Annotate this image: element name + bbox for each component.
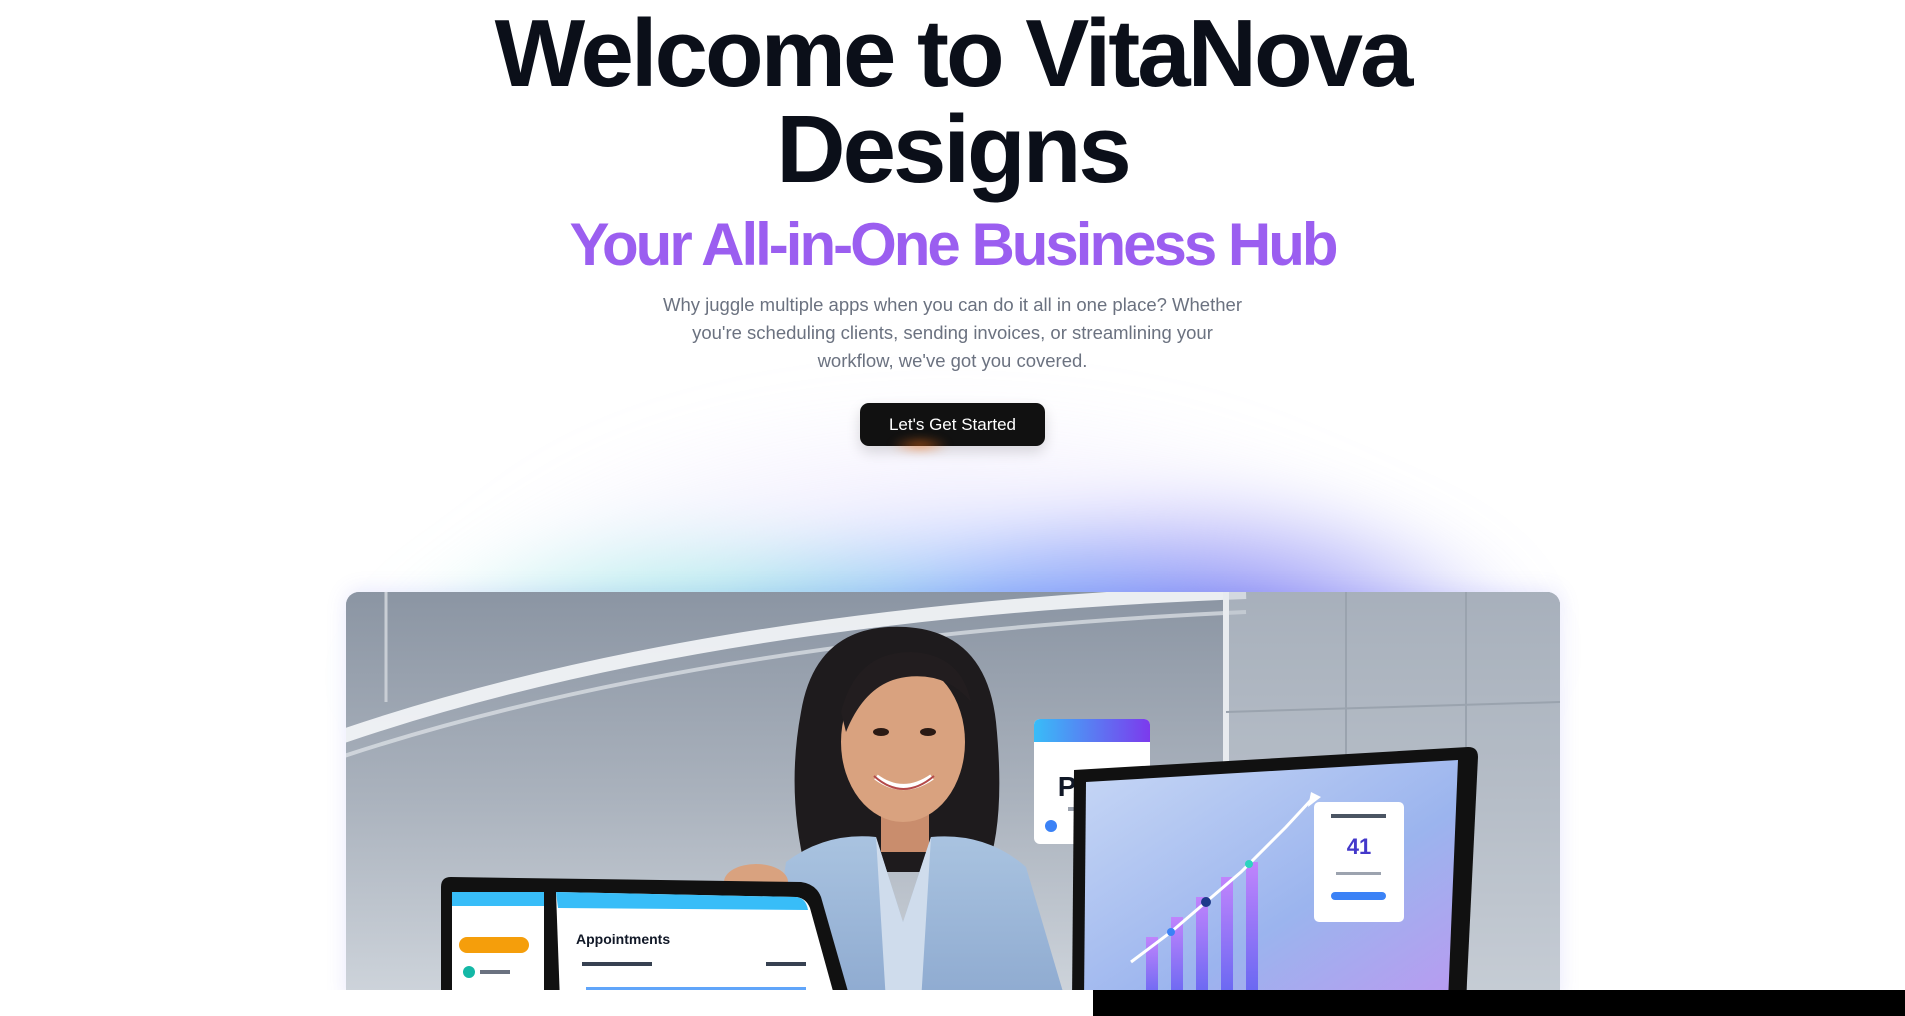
landing-page: Welcome to VitaNova Designs Your All-in-… bbox=[0, 0, 1905, 1016]
tablet-heading: Appointments bbox=[576, 931, 670, 947]
page-title: Welcome to VitaNova Designs bbox=[0, 6, 1905, 198]
monitor-stat-value: 41 bbox=[1347, 834, 1371, 859]
page-title-line-2: Designs bbox=[776, 96, 1131, 203]
hero-image: Paid! bbox=[346, 592, 1560, 1002]
get-started-button[interactable]: Let's Get Started bbox=[860, 403, 1045, 446]
bottom-strip-right bbox=[1093, 990, 1905, 1016]
page-title-line-1: Welcome to VitaNova bbox=[494, 0, 1414, 107]
bottom-strip-left bbox=[0, 990, 1093, 1016]
tablet-illustration: Appointments bbox=[441, 877, 851, 1002]
cta-glow bbox=[890, 436, 950, 454]
hero-illustration: Paid! bbox=[346, 592, 1560, 1002]
page-subtitle: Your All-in-One Business Hub bbox=[569, 211, 1338, 278]
hero-description: Why juggle multiple apps when you can do… bbox=[663, 294, 1242, 371]
monitor-illustration: 41 bbox=[1072, 747, 1478, 1002]
